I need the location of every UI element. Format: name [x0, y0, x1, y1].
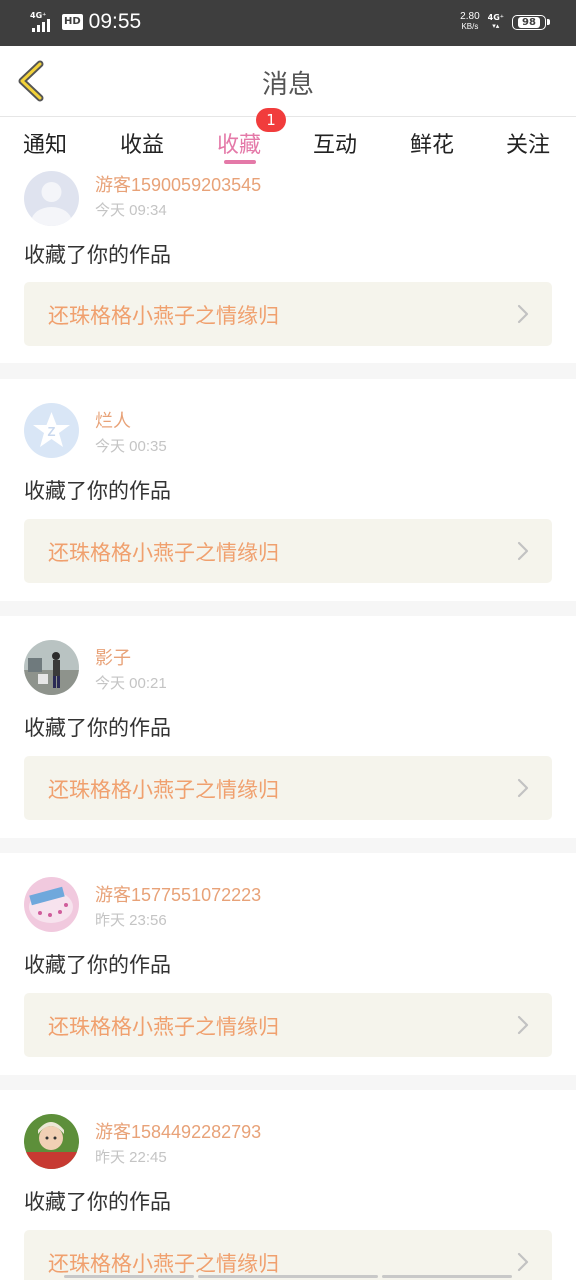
list-item: 游客1590059203545 今天 09:34 收藏了你的作品 还珠格格小燕子… — [0, 169, 576, 363]
chevron-right-icon — [517, 1252, 529, 1272]
work-title: 还珠格格小燕子之情缘归 — [48, 778, 279, 802]
work-title: 还珠格格小燕子之情缘归 — [48, 304, 279, 328]
unread-badge: 1 — [256, 108, 286, 132]
timestamp: 今天 00:35 — [95, 438, 167, 455]
list-item: 游客1584492282793 昨天 22:45 收藏了你的作品 还珠格格小燕子… — [0, 1090, 576, 1280]
list-item: Z 烂人 今天 00:35 收藏了你的作品 还珠格格小燕子之情缘归 — [0, 379, 576, 601]
timestamp: 昨天 22:45 — [95, 1149, 167, 1166]
work-title: 还珠格格小燕子之情缘归 — [48, 1252, 279, 1276]
avatar[interactable] — [24, 1114, 79, 1169]
timestamp: 今天 09:34 — [95, 202, 167, 219]
username[interactable]: 游客1577551072223 — [95, 881, 261, 907]
tab-favorites[interactable]: 收藏 — [217, 127, 261, 159]
tab-earnings[interactable]: 收益 — [120, 127, 164, 159]
clock: 09:55 — [88, 10, 142, 33]
timestamp: 今天 00:21 — [95, 675, 167, 692]
network-speed: 2.80 KB/s — [460, 11, 480, 32]
username[interactable]: 影子 — [95, 644, 131, 670]
list-item: 游客1577551072223 昨天 23:56 收藏了你的作品 还珠格格小燕子… — [0, 853, 576, 1075]
signal-icon: 4G⁺ — [30, 11, 54, 33]
page-title: 消息 — [261, 70, 314, 100]
gesture-bar — [64, 1275, 194, 1278]
mobile-data-icon: 4G⁺ ▾▴ — [487, 13, 504, 30]
action-text: 收藏了你的作品 — [24, 1190, 171, 1214]
action-text: 收藏了你的作品 — [24, 479, 171, 503]
photo-avatar-icon — [24, 640, 79, 695]
battery-icon: 98 — [512, 14, 550, 30]
work-link-button[interactable]: 还珠格格小燕子之情缘归 — [24, 519, 552, 583]
work-link-button[interactable]: 还珠格格小燕子之情缘归 — [24, 1230, 552, 1280]
username[interactable]: 游客1584492282793 — [95, 1118, 261, 1144]
chevron-right-icon — [517, 541, 529, 561]
qq-star-avatar-icon: Z — [24, 403, 79, 458]
chevron-right-icon — [517, 304, 529, 324]
gesture-bar — [382, 1275, 512, 1278]
status-bar: 4G⁺ HD 09:55 2.80 KB/s 4G⁺ ▾▴ 98 — [0, 0, 576, 46]
favorites-list: 游客1590059203545 今天 09:34 收藏了你的作品 还珠格格小燕子… — [0, 169, 576, 1280]
work-link-button[interactable]: 还珠格格小燕子之情缘归 — [24, 756, 552, 820]
work-title: 还珠格格小燕子之情缘归 — [48, 1015, 279, 1039]
list-item: 影子 今天 00:21 收藏了你的作品 还珠格格小燕子之情缘归 — [0, 616, 576, 838]
username[interactable]: 游客1590059203545 — [95, 171, 261, 197]
work-link-button[interactable]: 还珠格格小燕子之情缘归 — [24, 282, 552, 346]
action-text: 收藏了你的作品 — [24, 953, 171, 977]
username[interactable]: 烂人 — [95, 407, 131, 433]
work-link-button[interactable]: 还珠格格小燕子之情缘归 — [24, 993, 552, 1057]
cake-avatar-icon — [24, 877, 79, 932]
tab-flowers[interactable]: 鲜花 — [410, 127, 454, 159]
active-tab-indicator — [224, 160, 256, 164]
chevron-right-icon — [517, 778, 529, 798]
default-user-icon — [24, 171, 79, 226]
chevron-right-icon — [517, 1015, 529, 1035]
tab-notifications[interactable]: 通知 — [23, 127, 67, 159]
message-tabs: 通知 收益 收藏 互动 鲜花 关注 — [0, 117, 576, 169]
tab-following[interactable]: 关注 — [506, 127, 550, 159]
work-title: 还珠格格小燕子之情缘归 — [48, 541, 279, 565]
top-navigation-bar: 消息 — [0, 46, 576, 117]
svg-text:Z: Z — [48, 424, 56, 439]
avatar[interactable] — [24, 171, 79, 226]
avatar[interactable]: Z — [24, 403, 79, 458]
avatar[interactable] — [24, 640, 79, 695]
child-photo-avatar-icon — [24, 1114, 79, 1169]
gesture-bar — [198, 1275, 378, 1278]
avatar[interactable] — [24, 877, 79, 932]
timestamp: 昨天 23:56 — [95, 912, 167, 929]
action-text: 收藏了你的作品 — [24, 243, 171, 267]
action-text: 收藏了你的作品 — [24, 716, 171, 740]
hd-indicator: HD — [62, 14, 83, 30]
tab-interactions[interactable]: 互动 — [313, 127, 357, 159]
